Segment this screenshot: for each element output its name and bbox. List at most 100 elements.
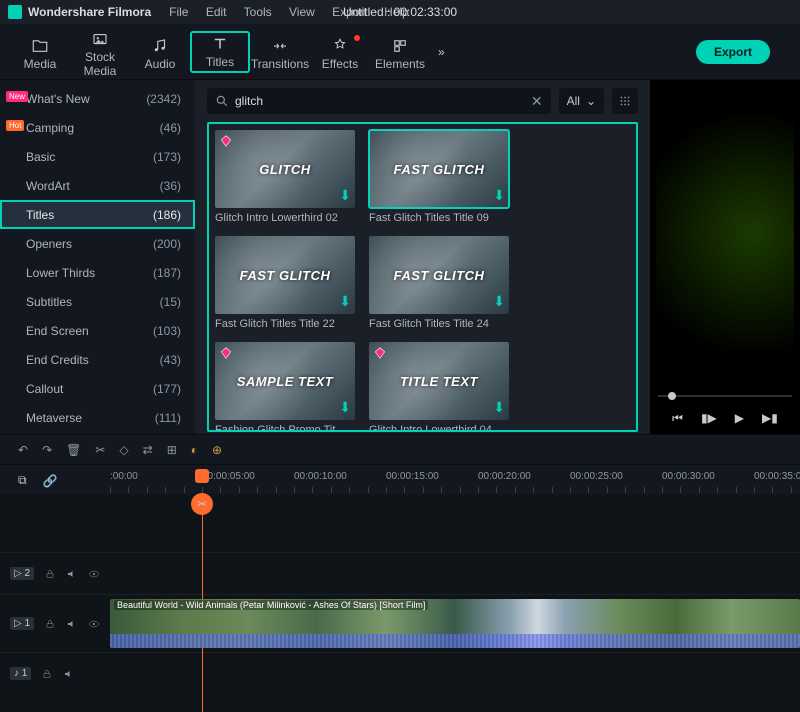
sidebar-item-label: Openers — [26, 237, 72, 251]
title-card[interactable]: SAMPLE TEXT⬇Fashion Glitch Promo Tit… — [215, 342, 355, 432]
lock-icon[interactable] — [44, 568, 56, 580]
crop-icon[interactable]: ◇ — [119, 443, 128, 457]
title-thumbnail[interactable]: FAST GLITCH⬇ — [215, 236, 355, 314]
title-card[interactable]: TITLE TEXT⬇Glitch Intro Lowerthird 04 — [369, 342, 509, 432]
split-scissor-icon[interactable]: ✂ — [191, 493, 213, 515]
sidebar-item-what-s-new[interactable]: NewWhat's New(2342) — [0, 84, 195, 113]
download-icon[interactable]: ⬇ — [493, 187, 505, 204]
sidebar-item-count: (173) — [153, 150, 181, 164]
sidebar-item-camping[interactable]: HotCamping(46) — [0, 113, 195, 142]
marker-tool-icon[interactable]: ⧉ — [18, 473, 27, 488]
prev-frame-icon[interactable]: ⏮ — [672, 411, 683, 426]
chevron-down-icon: ⌄ — [586, 94, 596, 108]
play-icon[interactable]: ▶ — [735, 411, 744, 426]
download-icon[interactable]: ⬇ — [339, 293, 351, 310]
video-clip[interactable]: Beautiful World - Wild Animals (Petar Mi… — [110, 599, 800, 648]
download-icon[interactable]: ⬇ — [339, 187, 351, 204]
sidebar-item-titles[interactable]: Titles(186) — [0, 200, 195, 229]
sidebar-item-count: (46) — [160, 121, 181, 135]
clear-search-icon[interactable]: ✕ — [531, 93, 543, 110]
title-thumbnail[interactable]: FAST GLITCH⬇ — [369, 130, 509, 208]
undo-icon[interactable]: ↶ — [18, 443, 28, 457]
track-v1[interactable]: ▷ 1 Beautiful World - Wild Animals (Peta… — [0, 594, 800, 652]
tab-media[interactable]: Media — [10, 33, 70, 71]
track-a1[interactable]: ♪ 1 — [0, 652, 800, 694]
lock-icon[interactable] — [44, 618, 56, 630]
tab-stock-media[interactable]: Stock Media — [70, 26, 130, 78]
tab-titles-label: Titles — [192, 55, 248, 69]
sidebar-item-label: Subtitles — [26, 295, 72, 309]
export-button[interactable]: Export — [696, 40, 770, 64]
menu-file[interactable]: File — [169, 5, 188, 19]
sidebar-item-openers[interactable]: Openers(200) — [0, 229, 195, 258]
sidebar-item-label: Titles — [26, 208, 54, 222]
preview-screen[interactable] — [656, 86, 794, 381]
color-icon[interactable]: ◐ — [191, 443, 198, 457]
title-card[interactable]: FAST GLITCH⬇Fast Glitch Titles Title 09 — [369, 130, 509, 224]
sidebar-item-basic[interactable]: Basic(173) — [0, 142, 195, 171]
search-input[interactable] — [235, 94, 531, 108]
title-card[interactable]: GLITCH⬇Glitch Intro Lowerthird 02 — [215, 130, 355, 224]
track-v2[interactable]: ▷ 2 — [0, 552, 800, 594]
lock-icon[interactable] — [41, 668, 53, 680]
sidebar-item-count: (187) — [153, 266, 181, 280]
tab-titles[interactable]: Titles — [190, 31, 250, 73]
sidebar-item-label: End Screen — [26, 324, 89, 338]
tab-transitions[interactable]: Transitions — [250, 33, 310, 71]
tab-audio-label: Audio — [130, 57, 190, 71]
tab-elements[interactable]: Elements — [370, 33, 430, 71]
badge-hot: Hot — [6, 120, 24, 131]
search-box[interactable]: ✕ — [207, 88, 551, 114]
mark-icon[interactable]: ⊕ — [212, 443, 222, 457]
premium-icon — [219, 346, 233, 360]
title-card[interactable]: FAST GLITCH⬇Fast Glitch Titles Title 24 — [369, 236, 509, 330]
speed-icon[interactable]: ⇄ — [143, 443, 153, 457]
sidebar-item-callout[interactable]: Callout(177) — [0, 374, 195, 403]
main-toolbar: Media Stock Media Audio Titles Transitio… — [0, 24, 800, 80]
adjust-icon[interactable]: ⊞ — [167, 443, 177, 457]
sidebar-item-end-credits[interactable]: End Credits(43) — [0, 345, 195, 374]
playhead-icon[interactable] — [195, 469, 209, 483]
ruler-tick: 00:00:30:00 — [662, 471, 715, 482]
download-icon[interactable]: ⬇ — [339, 399, 351, 416]
grid-view-icon[interactable] — [612, 88, 638, 114]
menu-tools[interactable]: Tools — [244, 5, 272, 19]
more-tabs-icon[interactable]: » — [438, 45, 445, 59]
menu-view[interactable]: View — [289, 5, 315, 19]
redo-icon[interactable]: ↷ — [42, 443, 52, 457]
title-card[interactable]: FAST GLITCH⬇Fast Glitch Titles Title 22 — [215, 236, 355, 330]
filter-dropdown[interactable]: All ⌄ — [559, 88, 604, 114]
sidebar-item-count: (103) — [153, 324, 181, 338]
title-thumbnail[interactable]: SAMPLE TEXT⬇ — [215, 342, 355, 420]
title-thumbnail[interactable]: GLITCH⬇ — [215, 130, 355, 208]
download-icon[interactable]: ⬇ — [493, 399, 505, 416]
title-thumbnail[interactable]: TITLE TEXT⬇ — [369, 342, 509, 420]
mute-icon[interactable] — [63, 668, 75, 680]
step-back-icon[interactable]: ▮▶ — [701, 411, 717, 426]
tab-elements-label: Elements — [370, 57, 430, 71]
sidebar-item-end-screen[interactable]: End Screen (103) — [0, 316, 195, 345]
app-logo-icon — [8, 5, 22, 19]
sidebar-item-metaverse[interactable]: Metaverse(111) — [0, 403, 195, 432]
timeline-ruler[interactable]: ⧉ 🔗 :00:0000:00:05:0000:00:10:0000:00:15… — [0, 464, 800, 494]
title-thumbnail[interactable]: FAST GLITCH⬇ — [369, 236, 509, 314]
search-icon — [215, 94, 229, 108]
sidebar-item-label: Lower Thirds — [26, 266, 95, 280]
sidebar-item-label: What's New — [26, 92, 90, 106]
sidebar-item-wordart[interactable]: WordArt(36) — [0, 171, 195, 200]
download-icon[interactable]: ⬇ — [493, 293, 505, 310]
delete-icon[interactable]: 🗑 — [66, 443, 81, 457]
eye-icon[interactable] — [88, 568, 100, 580]
mute-icon[interactable] — [66, 568, 78, 580]
eye-icon[interactable] — [88, 618, 100, 630]
menu-edit[interactable]: Edit — [206, 5, 227, 19]
mute-icon[interactable] — [66, 618, 78, 630]
tab-audio[interactable]: Audio — [130, 33, 190, 71]
tab-effects[interactable]: Effects — [310, 33, 370, 71]
step-fwd-icon[interactable]: ▶▮ — [762, 411, 778, 426]
sidebar-item-subtitles[interactable]: Subtitles(15) — [0, 287, 195, 316]
sidebar-item-lower-thirds[interactable]: Lower Thirds (187) — [0, 258, 195, 287]
link-tool-icon[interactable]: 🔗 — [43, 474, 58, 488]
preview-seek-slider[interactable] — [658, 391, 792, 401]
cut-icon[interactable]: ✂ — [95, 443, 105, 457]
